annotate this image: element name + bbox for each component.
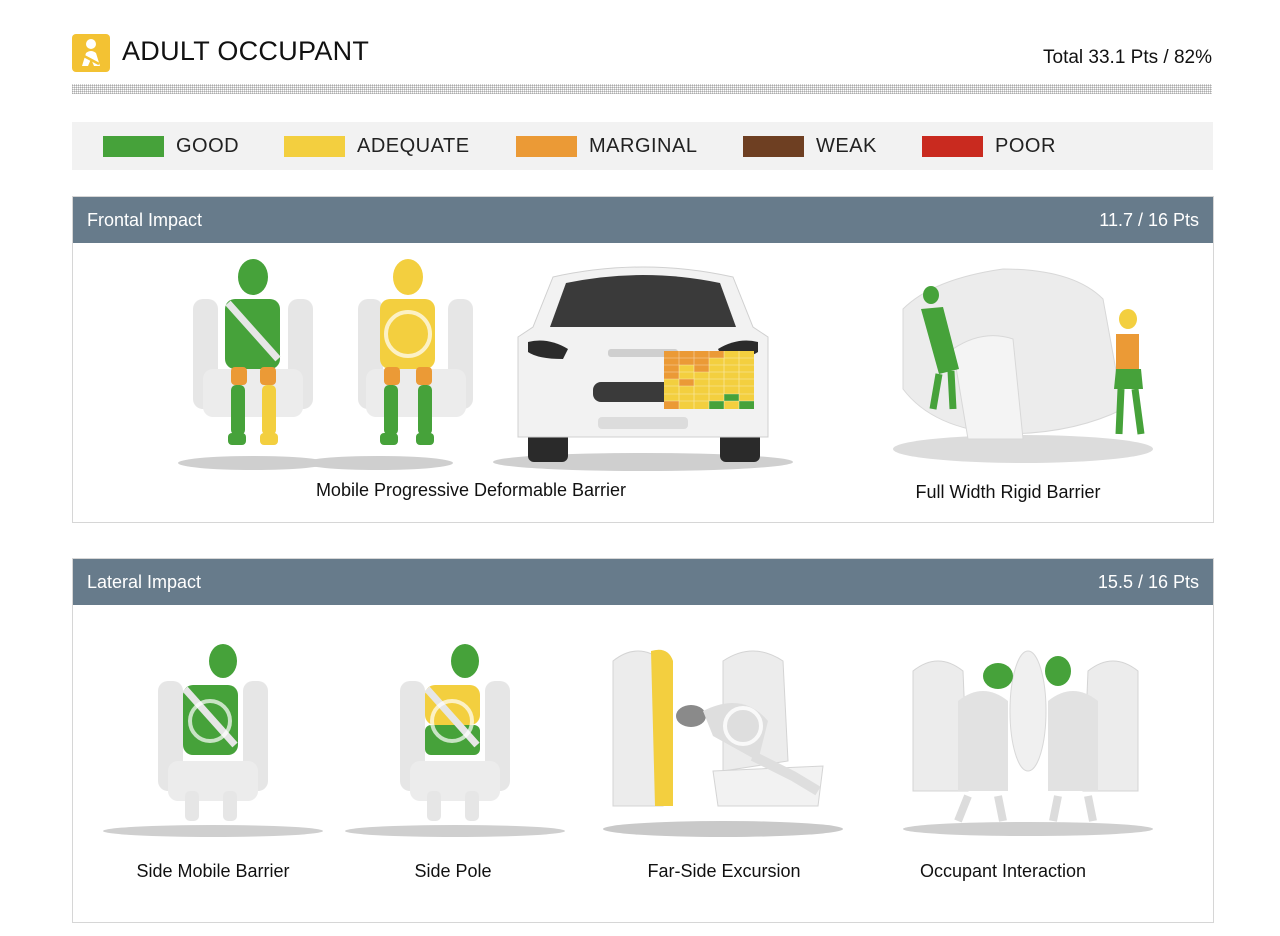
legend-item-marginal: MARGINAL xyxy=(516,122,697,170)
deformation-heatmap xyxy=(664,351,754,409)
occupant-interaction-illustration xyxy=(903,650,1153,836)
far-side-excursion-illustration xyxy=(603,649,843,837)
adult-occupant-icon xyxy=(72,34,110,72)
legend-item-good: GOOD xyxy=(103,122,239,170)
caption-far-side-excursion: Far-Side Excursion xyxy=(647,861,801,881)
adequate-swatch xyxy=(284,135,345,157)
legend-label: POOR xyxy=(995,134,1056,157)
total-score: Total 33.1 Pts / 82% xyxy=(1043,47,1212,68)
good-swatch xyxy=(103,135,164,157)
weak-swatch xyxy=(743,135,804,157)
legend-label: WEAK xyxy=(816,134,877,157)
poor-swatch xyxy=(922,135,983,157)
caption-mpdb: Mobile Progressive Deformable Barrier xyxy=(315,480,627,500)
mpdb-dummies-illustration xyxy=(178,259,473,470)
legend-item-weak: WEAK xyxy=(743,122,877,170)
rating-legend: GOOD ADEQUATE MARGINAL WEAK POOR xyxy=(72,122,1213,170)
full-width-seats-illustration xyxy=(893,268,1153,463)
frontal-impact-panel: Frontal Impact 11.7 / 16 Pts Mobile Prog… xyxy=(72,196,1214,523)
panel-title: Frontal Impact xyxy=(87,210,203,230)
page-title: ADULT OCCUPANT xyxy=(122,36,370,66)
caption-fwrb: Full Width Rigid Barrier xyxy=(915,482,1101,502)
side-mobile-barrier-illustration xyxy=(103,644,323,837)
caption-occupant-interaction: Occupant Interaction xyxy=(919,861,1087,881)
marginal-swatch xyxy=(516,135,577,157)
side-pole-illustration xyxy=(345,644,565,837)
panel-title: Lateral Impact xyxy=(87,572,202,592)
legend-label: GOOD xyxy=(176,134,240,157)
panel-score: 11.7 / 16 Pts xyxy=(1099,210,1199,230)
legend-label: ADEQUATE xyxy=(357,134,470,157)
frontal-impact-header: Frontal Impact 11.7 / 16 Pts xyxy=(73,197,1213,243)
car-front-illustration xyxy=(493,266,793,471)
header-divider xyxy=(72,84,1212,94)
legend-item-adequate: ADEQUATE xyxy=(284,122,470,170)
lateral-impact-header: Lateral Impact 15.5 / 16 Pts xyxy=(73,559,1213,605)
caption-side-pole: Side Pole xyxy=(414,861,492,881)
seated-occupant-icon xyxy=(82,39,100,66)
lateral-impact-panel: Lateral Impact 15.5 / 16 Pts Side Mobile… xyxy=(72,558,1214,923)
legend-label: MARGINAL xyxy=(589,134,698,157)
caption-side-mobile-barrier: Side Mobile Barrier xyxy=(136,861,290,881)
legend-item-poor: POOR xyxy=(922,122,1056,170)
panel-score: 15.5 / 16 Pts xyxy=(1097,572,1199,592)
